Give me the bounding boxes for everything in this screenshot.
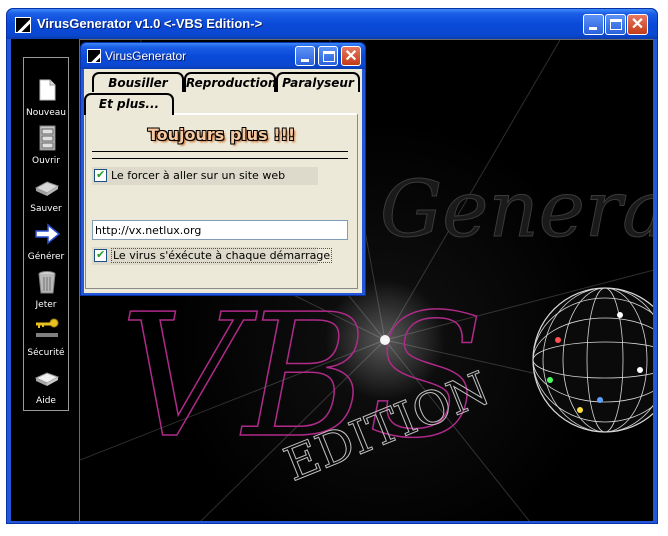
toolbar-label: Sauver — [30, 204, 62, 214]
minimize-icon — [589, 27, 597, 30]
window-title: VirusGenerator v1.0 <-VBS Edition-> — [37, 16, 263, 31]
minimize-icon — [301, 59, 309, 62]
tab-reproduction[interactable]: Reproduction — [184, 72, 276, 92]
maximize-button[interactable] — [605, 14, 626, 35]
generator-logo-text: Generator — [380, 165, 653, 255]
toolbar-save-button[interactable]: Sauver — [24, 172, 68, 220]
toolbar-security-button[interactable]: Sécurité — [24, 316, 68, 364]
generate-arrow-icon — [35, 223, 61, 245]
run-at-startup-checkbox[interactable] — [94, 248, 107, 262]
dialog-title: VirusGenerator — [105, 49, 187, 63]
toolbar-label: Jeter — [35, 300, 57, 310]
close-button[interactable]: ✕ — [627, 14, 648, 35]
toolbar-open-button[interactable]: Ouvrir — [24, 124, 68, 172]
tab-paralyseur[interactable]: Paralyseur — [276, 72, 360, 92]
toolbar: Nouveau Ouvrir Sauver Générer Jeter Sécu… — [23, 57, 69, 411]
maximize-icon — [610, 19, 622, 30]
tab-bousiller[interactable]: Bousiller — [92, 72, 184, 92]
banner-title: Toujours plus !!! — [147, 125, 296, 144]
minimize-button[interactable] — [583, 14, 604, 35]
web-redirect-option[interactable]: Le forcer à aller sur un site web — [92, 167, 318, 185]
toolbar-label: Sécurité — [27, 348, 65, 358]
app-icon[interactable] — [15, 17, 31, 33]
open-cabinet-icon — [39, 125, 56, 151]
web-redirect-checkbox[interactable] — [94, 168, 107, 182]
save-disk-icon — [34, 181, 60, 196]
et-plus-panel: Toujours plus !!! Le forcer à aller sur … — [85, 113, 358, 289]
toolbar-label: Nouveau — [25, 108, 67, 118]
light-flare — [380, 335, 390, 345]
dialog-app-icon[interactable] — [87, 49, 101, 63]
toolbar-help-button[interactable]: Aide — [24, 364, 68, 412]
close-icon: ✕ — [630, 16, 645, 33]
toolbar-label: Ouvrir — [31, 156, 60, 166]
toolbar-generate-button[interactable]: Générer — [24, 220, 68, 268]
run-at-startup-option[interactable]: Le virus s'éxécute à chaque démarrage — [92, 247, 333, 265]
title-bar[interactable]: VirusGenerator v1.0 <-VBS Edition-> ✕ — [7, 9, 657, 39]
close-icon: ✕ — [344, 48, 358, 65]
web-redirect-label: Le forcer à aller sur un site web — [111, 169, 286, 182]
divider — [92, 151, 348, 152]
dialog-body: Bousiller Reproduction Paralyseur Et plu… — [84, 69, 362, 293]
dialog-title-bar[interactable]: VirusGenerator ✕ — [81, 43, 365, 69]
virusgenerator-dialog: VirusGenerator ✕ Bousiller Reproduction … — [80, 42, 366, 296]
tab-et-plus[interactable]: Et plus... — [84, 93, 174, 115]
toolbar-trash-button[interactable]: Jeter — [24, 268, 68, 316]
toolbar-label: Aide — [36, 396, 56, 406]
website-url-field[interactable]: http://vx.netlux.org — [92, 220, 348, 240]
dialog-minimize-button[interactable] — [295, 46, 315, 66]
divider — [92, 158, 348, 159]
disco-globe — [532, 287, 653, 433]
maximize-icon — [323, 51, 335, 62]
dialog-maximize-button[interactable] — [318, 46, 338, 66]
toolbar-label: Générer — [27, 252, 65, 262]
run-at-startup-label: Le virus s'éxécute à chaque démarrage — [111, 248, 333, 263]
toolbar-new-button[interactable]: Nouveau — [24, 76, 68, 124]
dialog-close-button[interactable]: ✕ — [341, 46, 361, 66]
new-document-icon — [39, 79, 56, 101]
trash-icon — [38, 271, 56, 294]
help-book-icon — [34, 372, 60, 386]
key-icon — [36, 318, 59, 337]
